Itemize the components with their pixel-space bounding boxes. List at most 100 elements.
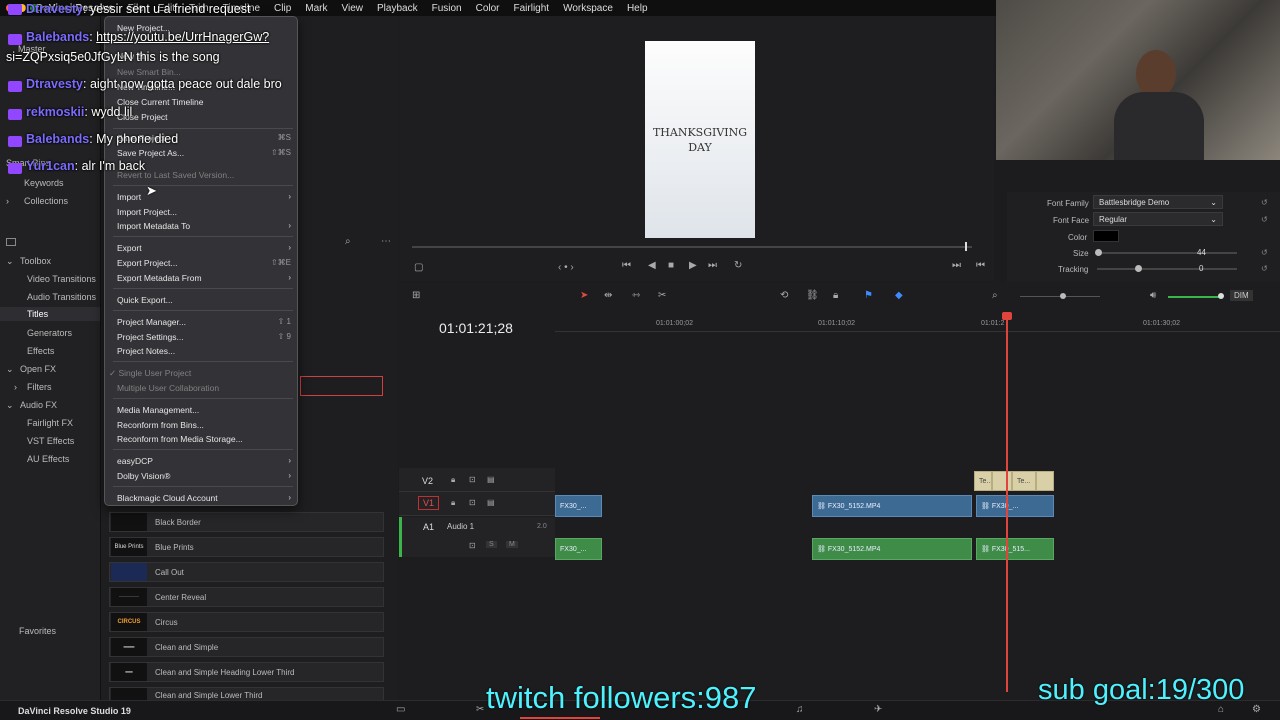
audio-clip[interactable]: ⛓ FX30_5152.MP4 [812,538,972,560]
menu-quick-export[interactable]: Quick Export... [117,295,291,305]
menu-color[interactable]: Color [469,3,507,14]
title-item[interactable]: Black Border [109,512,384,532]
title-clip[interactable]: Te... [974,471,992,491]
title-item[interactable]: ·········· Center Reveal [109,587,384,607]
chevron-right-icon[interactable]: › [14,382,17,392]
fairlight-fx-item[interactable]: Fairlight FX [27,418,73,428]
selection-tool-icon[interactable]: ➤ [580,290,588,301]
selected-title-highlight[interactable] [300,376,383,396]
zoom-slider-handle[interactable] [1060,293,1066,299]
zoom-icon[interactable]: ⌕ [992,290,998,301]
menu-help[interactable]: Help [620,3,655,14]
auto-select-icon[interactable]: ⊡ [469,498,476,507]
generators-item[interactable]: Generators [27,328,72,338]
lock-icon[interactable]: 🔒︎ [451,498,455,508]
menu-project-manager[interactable]: Project Manager... ⇧ 1 [117,317,291,327]
stop-icon[interactable]: ■ [668,260,674,271]
audio-fx-item[interactable]: Audio FX [20,400,57,410]
more-options-icon[interactable]: ⋯ [381,236,391,247]
chevron-down-icon[interactable]: ⌄ [6,400,14,411]
viewer-scrubber[interactable] [412,246,972,248]
audio-transitions-item[interactable]: Audio Transitions [27,292,96,302]
menu-fairlight[interactable]: Fairlight [507,3,557,14]
menu-workspace[interactable]: Workspace [556,3,620,14]
video-transitions-item[interactable]: Video Transitions [27,274,96,284]
dynamic-trim-icon[interactable]: ⇿ [632,290,640,301]
menu-import-metadata[interactable]: Import Metadata To › [117,221,291,231]
timeline-options-icon[interactable]: ⊞ [412,290,420,301]
menu-dolby-vision[interactable]: Dolby Vision® › [117,471,291,481]
chevron-right-icon[interactable]: › [6,196,9,206]
trim-tool-icon[interactable]: ⇹ [604,290,612,301]
play-icon[interactable]: ▶ [689,260,697,271]
blade-tool-icon[interactable]: ✂ [658,290,666,301]
gear-icon[interactable]: ⚙ [1252,704,1261,715]
lock-icon[interactable]: 🔒︎ [833,290,838,301]
chevron-down-icon[interactable]: ⌄ [6,364,14,375]
menu-cloud-account[interactable]: Blackmagic Cloud Account › [117,493,291,503]
dim-button[interactable]: DIM [1230,290,1253,301]
menu-project-settings[interactable]: Project Settings... ⇧ 9 [117,332,291,342]
deliver-page-icon[interactable]: ✈ [874,704,882,715]
menu-reconform-bins[interactable]: Reconform from Bins... [117,420,291,430]
title-item[interactable]: ━━ Clean and Simple Heading Lower Third [109,662,384,682]
auto-select-icon[interactable]: ⊡ [469,475,476,484]
menu-export[interactable]: Export › [117,243,291,253]
menu-export-project[interactable]: Export Project... ⇧⌘E [117,258,291,268]
go-to-start-icon[interactable]: ⏮ [622,260,631,271]
volume-slider[interactable] [1168,296,1220,298]
menu-media-management[interactable]: Media Management... [117,405,291,415]
size-value[interactable]: 44 [1197,248,1206,257]
viewer-options-icon[interactable]: ▢ [414,262,423,273]
color-swatch[interactable] [1093,230,1119,242]
fairlight-page-icon[interactable]: ♫ [796,704,804,715]
tracking-slider[interactable] [1097,268,1237,270]
track-enable-icon[interactable]: ▤ [487,498,495,507]
audio-clip[interactable]: FX30_... [555,538,602,560]
title-item[interactable]: Call Out [109,562,384,582]
mute-button[interactable]: M [506,541,518,548]
size-slider[interactable] [1097,252,1237,254]
title-clip[interactable] [992,471,1012,491]
title-item[interactable]: ━━━ Clean and Simple [109,637,384,657]
effects-item[interactable]: Effects [27,346,54,356]
size-slider-handle[interactable] [1095,249,1102,256]
scrubber-playhead[interactable] [965,242,967,251]
lock-icon[interactable]: 🔒︎ [451,475,455,485]
titles-item[interactable]: Titles [0,307,100,321]
open-fx-item[interactable]: Open FX [20,364,56,374]
track-name-a1[interactable]: Audio 1 [447,522,474,531]
media-page-icon[interactable]: ▭ [396,704,405,715]
font-family-dropdown[interactable]: Battlesbridge Demo ⌄ [1093,195,1223,209]
loop-icon[interactable]: ↻ [734,260,742,271]
play-reverse-icon[interactable]: ◀ [648,260,656,271]
cut-page-icon[interactable]: ✂ [476,704,484,715]
chevron-down-icon[interactable]: ⌄ [6,256,14,267]
title-item[interactable]: Blue Prints Blue Prints [109,537,384,557]
link-icon[interactable]: ⛓ [806,290,819,301]
tracking-value[interactable]: 0 [1199,264,1203,273]
title-clip[interactable]: Te... [1012,471,1036,491]
search-icon[interactable]: ⌕ [345,236,351,247]
volume-slider-handle[interactable] [1218,293,1224,299]
snapping-icon[interactable]: ⟲ [780,290,788,301]
playhead-handle[interactable] [1002,312,1012,320]
menu-project-notes[interactable]: Project Notes... [117,346,291,356]
menu-import[interactable]: Import › [117,192,291,202]
menu-fusion[interactable]: Fusion [425,3,469,14]
font-face-dropdown[interactable]: Regular ⌄ [1093,212,1223,226]
track-label-v1[interactable]: V1 [418,496,440,510]
reset-icon[interactable]: ↺ [1261,198,1268,207]
vst-effects-item[interactable]: VST Effects [27,436,74,446]
title-item[interactable]: CIRCUS Circus [109,612,384,632]
video-clip[interactable]: FX30_... [555,495,602,517]
au-effects-item[interactable]: AU Effects [27,454,69,464]
speaker-icon[interactable]: 🔊︎ [1150,290,1156,301]
prev-edit-icon[interactable]: ⏮ [976,260,985,271]
reset-icon[interactable]: ↺ [1261,264,1268,273]
video-clip[interactable]: ⛓ FX30_5152.MP4 [812,495,972,517]
track-enable-icon[interactable]: ▤ [487,475,495,484]
reset-icon[interactable]: ↺ [1261,215,1268,224]
flag-icon[interactable]: ⚑ [864,290,873,301]
menu-easydcp[interactable]: easyDCP › [117,456,291,466]
